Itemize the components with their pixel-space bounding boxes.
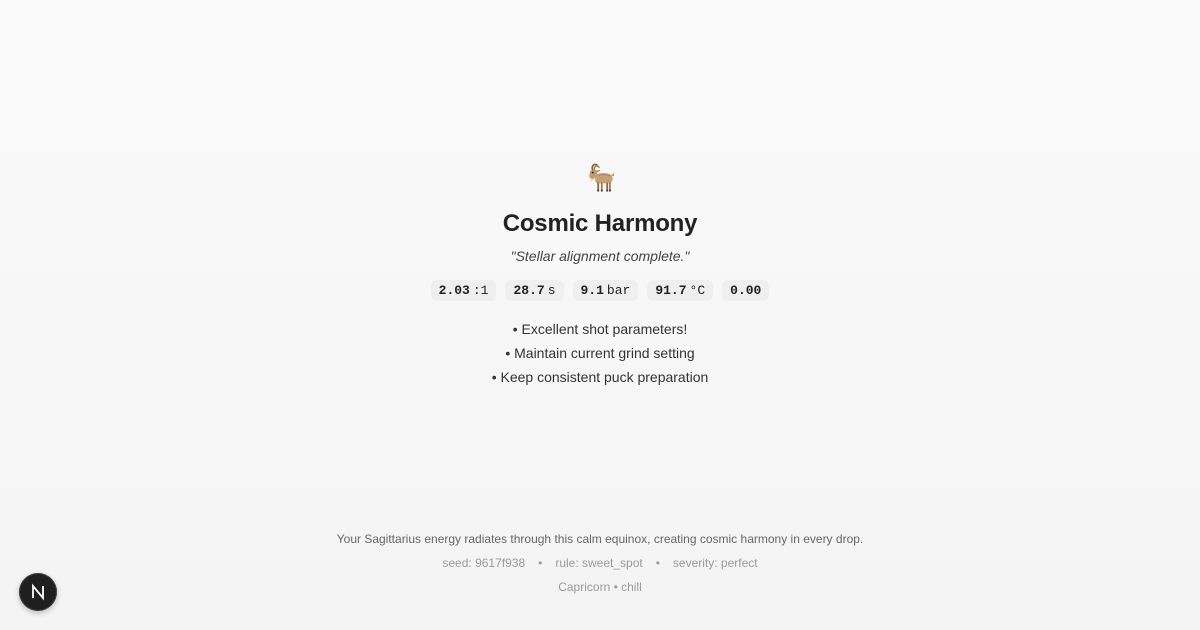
list-item: • Excellent shot parameters! — [512, 321, 688, 337]
severity-label: severity: perfect — [672, 556, 758, 570]
n-letter-icon — [32, 583, 44, 601]
metric-pressure: 9.1 bar — [572, 280, 639, 301]
separator: • — [538, 556, 543, 570]
metrics-row: 2.03:1 28.7 s 9.1 bar 91.7 °C 0.00 — [0, 280, 1200, 301]
metric-unit: :1 — [472, 283, 489, 298]
metric-unit: s — [547, 283, 556, 298]
tips-list: • Excellent shot parameters! • Maintain … — [0, 317, 1200, 389]
separator: • — [655, 556, 660, 570]
metric-value: 0.00 — [730, 283, 762, 298]
metric-value: 9.1 — [580, 283, 604, 298]
metric-score: 0.00 — [722, 280, 770, 301]
list-item: • Maintain current grind setting — [505, 345, 695, 361]
metric-value: 91.7 — [655, 283, 687, 298]
footer: Your Sagittarius energy radiates through… — [0, 532, 1200, 594]
list-item: • Keep consistent puck preparation — [491, 369, 709, 385]
metric-time: 28.7 s — [505, 280, 564, 301]
meta-line: seed: 9617f938 • rule: sweet_spot • severity… — [0, 556, 1200, 570]
sign-line: Capricorn • chill — [558, 580, 642, 594]
nextjs-logo-icon[interactable] — [19, 573, 57, 611]
rule-label: rule: sweet_spot — [555, 556, 643, 570]
metric-ratio: 2.03:1 — [430, 280, 497, 301]
seed-label: seed: 9617f938 — [442, 556, 526, 570]
metric-unit: °C — [689, 283, 706, 298]
metric-temperature: 91.7 °C — [647, 280, 714, 301]
metric-value: 2.03 — [438, 283, 470, 298]
horoscope-text: Your Sagittarius energy radiates through… — [336, 532, 864, 546]
metric-unit: bar — [606, 283, 631, 298]
quote-text: "Stellar alignment complete." — [510, 248, 690, 264]
goat-icon — [589, 163, 615, 192]
result-card: Cosmic Harmony "Stellar alignment comple… — [0, 160, 1200, 405]
page-title: Cosmic Harmony — [502, 210, 698, 237]
metric-value: 28.7 — [513, 283, 545, 298]
